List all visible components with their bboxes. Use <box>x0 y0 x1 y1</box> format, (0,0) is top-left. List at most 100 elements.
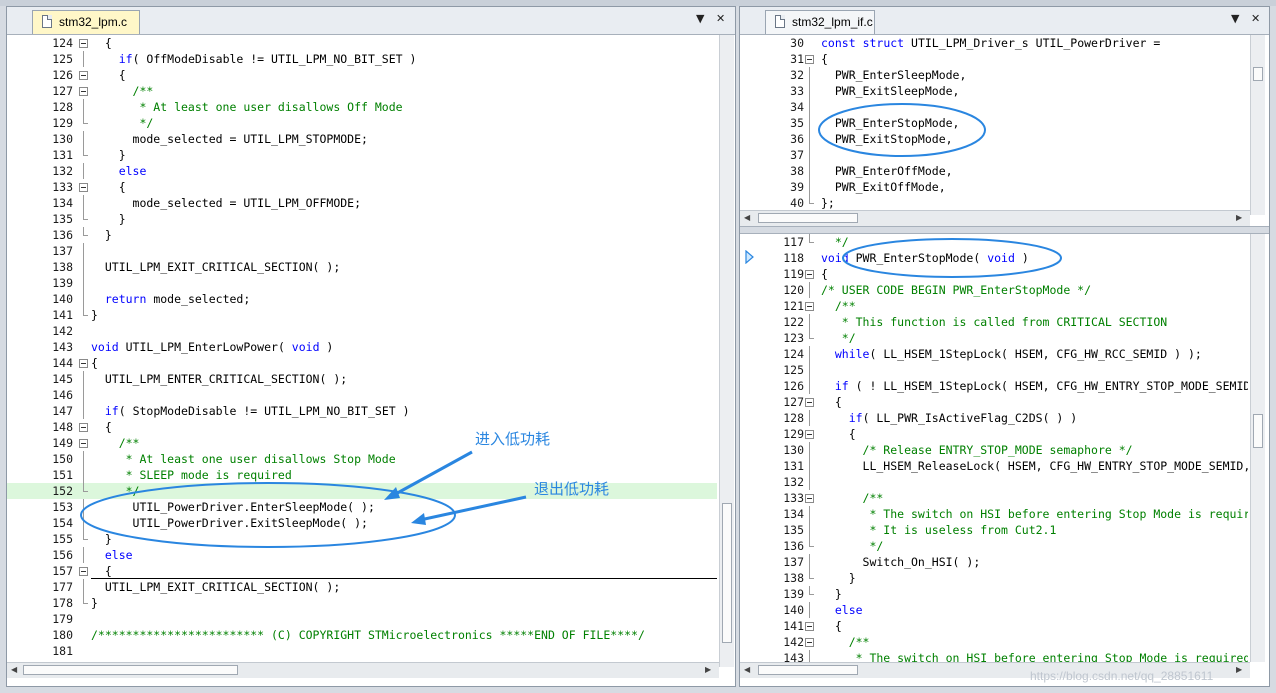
code-line[interactable]: 36 PWR_ExitStopMode, <box>740 131 1248 147</box>
code-line[interactable]: 34 <box>740 99 1248 115</box>
code-line[interactable]: 181 <box>7 643 717 659</box>
code-line[interactable]: 143 * The switch on HSI before entering … <box>740 650 1248 662</box>
code-line[interactable]: 37 <box>740 147 1248 163</box>
code-line[interactable]: 146 <box>7 387 717 403</box>
scrollbar-thumb[interactable] <box>1253 67 1263 81</box>
code-line[interactable]: 180 /************************ (C) COPYRIG… <box>7 627 717 643</box>
scrollbar-thumb[interactable] <box>23 665 238 675</box>
code-line[interactable]: 131 } <box>7 147 717 163</box>
code-line[interactable]: 151 * SLEEP mode is required <box>7 467 717 483</box>
fold-toggle-icon[interactable] <box>805 494 814 503</box>
vertical-scrollbar-right-bottom[interactable] <box>1250 234 1265 662</box>
tab-stm32-lpm-c[interactable]: stm32_lpm.c <box>32 10 140 34</box>
scroll-right-icon[interactable]: ▶ <box>1236 213 1242 222</box>
code-line[interactable]: 137 Switch_On_HSI( ); <box>740 554 1248 570</box>
code-line[interactable]: 141} <box>7 307 717 323</box>
scrollbar-thumb[interactable] <box>758 665 858 675</box>
code-line[interactable]: 125 if( OffModeDisable != UTIL_LPM_NO_BI… <box>7 51 717 67</box>
code-line[interactable]: 125 <box>740 362 1248 378</box>
code-line[interactable]: 143 void UTIL_LPM_EnterLowPower( void ) <box>7 339 717 355</box>
tab-stm32-lpm-if-c[interactable]: stm32_lpm_if.c <box>765 10 875 34</box>
fold-toggle-icon[interactable] <box>805 270 814 279</box>
code-line[interactable]: 142 <box>7 323 717 339</box>
code-line[interactable]: 153 UTIL_PowerDriver.EnterSleepMode( ); <box>7 499 717 515</box>
code-line[interactable]: 139 } <box>740 586 1248 602</box>
code-line[interactable]: 117 */ <box>740 234 1248 250</box>
code-line[interactable]: 135 * It is useless from Cut2.1 <box>740 522 1248 538</box>
code-line[interactable]: 127 { <box>740 394 1248 410</box>
fold-toggle-icon[interactable] <box>79 39 88 48</box>
fold-toggle-icon[interactable] <box>805 638 814 647</box>
code-line[interactable]: 39 PWR_ExitOffMode, <box>740 179 1248 195</box>
code-line[interactable]: 137 <box>7 243 717 259</box>
code-line[interactable]: 128 * At least one user disallows Off Mo… <box>7 99 717 115</box>
code-line[interactable]: 134 * The switch on HSI before entering … <box>740 506 1248 522</box>
scroll-left-icon[interactable]: ◀ <box>744 213 750 222</box>
fold-toggle-icon[interactable] <box>79 423 88 432</box>
code-line[interactable]: 130 mode_selected = UTIL_LPM_STOPMODE; <box>7 131 717 147</box>
code-line[interactable]: 40}; <box>740 195 1248 211</box>
scroll-left-icon[interactable]: ◀ <box>11 665 17 674</box>
code-line[interactable]: 141 { <box>740 618 1248 634</box>
code-line[interactable]: 118 void PWR_EnterStopMode( void ) <box>740 250 1248 266</box>
fold-toggle-icon[interactable] <box>79 71 88 80</box>
code-line[interactable]: 124 while( LL_HSEM_1StepLock( HSEM, CFG_… <box>740 346 1248 362</box>
code-line[interactable]: 128 if( LL_PWR_IsActiveFlag_C2DS( ) ) <box>740 410 1248 426</box>
splitter[interactable] <box>740 226 1269 234</box>
code-line[interactable]: 130 /* Release ENTRY_STOP_MODE semaphore… <box>740 442 1248 458</box>
tab-dropdown-icon[interactable]: ▼ <box>1231 12 1239 25</box>
code-line[interactable]: 140 else <box>740 602 1248 618</box>
code-line[interactable]: 155 } <box>7 531 717 547</box>
vertical-scrollbar-left[interactable] <box>719 35 734 667</box>
code-line[interactable]: 38 PWR_EnterOffMode, <box>740 163 1248 179</box>
code-line[interactable]: 138 UTIL_LPM_EXIT_CRITICAL_SECTION( ); <box>7 259 717 275</box>
code-line[interactable]: 31 { <box>740 51 1248 67</box>
code-line[interactable]: 126 { <box>7 67 717 83</box>
fold-toggle-icon[interactable] <box>79 183 88 192</box>
code-line[interactable]: 131 LL_HSEM_ReleaseLock( HSEM, CFG_HW_EN… <box>740 458 1248 474</box>
code-line[interactable]: 157 { <box>7 563 717 579</box>
code-line[interactable]: 150 * At least one user disallows Stop M… <box>7 451 717 467</box>
scroll-right-icon[interactable]: ▶ <box>705 665 711 674</box>
code-line[interactable]: 177 UTIL_LPM_EXIT_CRITICAL_SECTION( ); <box>7 579 717 595</box>
code-line[interactable]: 129 */ <box>7 115 717 131</box>
fold-toggle-icon[interactable] <box>79 87 88 96</box>
code-line[interactable]: 133 { <box>7 179 717 195</box>
code-line[interactable]: 30 const struct UTIL_LPM_Driver_s UTIL_Po… <box>740 35 1248 51</box>
fold-toggle-icon[interactable] <box>805 302 814 311</box>
code-line[interactable]: 33 PWR_ExitSleepMode, <box>740 83 1248 99</box>
horizontal-scrollbar-right-top[interactable]: ◀ ▶ <box>740 210 1250 226</box>
code-line[interactable]: 129 { <box>740 426 1248 442</box>
code-line[interactable]: 135 } <box>7 211 717 227</box>
code-line[interactable]: 148 { <box>7 419 717 435</box>
fold-toggle-icon[interactable] <box>805 430 814 439</box>
scrollbar-thumb[interactable] <box>758 213 858 223</box>
code-editor-left[interactable]: 124 {125 if( OffModeDisable != UTIL_LPM_… <box>7 35 717 667</box>
vertical-scrollbar-right-top[interactable] <box>1250 35 1265 215</box>
scroll-left-icon[interactable]: ◀ <box>744 665 750 674</box>
scrollbar-thumb[interactable] <box>722 503 732 643</box>
code-line[interactable]: 156 else <box>7 547 717 563</box>
fold-toggle-icon[interactable] <box>79 439 88 448</box>
close-icon[interactable]: ✕ <box>716 12 725 25</box>
code-line[interactable]: 136 } <box>7 227 717 243</box>
code-line[interactable]: 132 else <box>7 163 717 179</box>
code-line[interactable]: 179 <box>7 611 717 627</box>
scroll-right-icon[interactable]: ▶ <box>1236 665 1242 674</box>
code-line[interactable]: 149 /** <box>7 435 717 451</box>
code-line[interactable]: 142 /** <box>740 634 1248 650</box>
code-editor-right-top[interactable]: 30 const struct UTIL_LPM_Driver_s UTIL_Po… <box>740 35 1248 211</box>
fold-toggle-icon[interactable] <box>805 55 814 64</box>
close-icon[interactable]: ✕ <box>1251 12 1260 25</box>
code-line[interactable]: 140 return mode_selected; <box>7 291 717 307</box>
code-line[interactable]: 134 mode_selected = UTIL_LPM_OFFMODE; <box>7 195 717 211</box>
fold-toggle-icon[interactable] <box>79 567 88 576</box>
code-line[interactable]: 152 */ <box>7 483 717 499</box>
code-line[interactable]: 126 if ( ! LL_HSEM_1StepLock( HSEM, CFG_… <box>740 378 1248 394</box>
code-line[interactable]: 144 { <box>7 355 717 371</box>
code-line[interactable]: 139 <box>7 275 717 291</box>
code-line[interactable]: 145 UTIL_LPM_ENTER_CRITICAL_SECTION( ); <box>7 371 717 387</box>
code-line[interactable]: 119 { <box>740 266 1248 282</box>
code-line[interactable]: 123 */ <box>740 330 1248 346</box>
code-line[interactable]: 147 if( StopModeDisable != UTIL_LPM_NO_B… <box>7 403 717 419</box>
